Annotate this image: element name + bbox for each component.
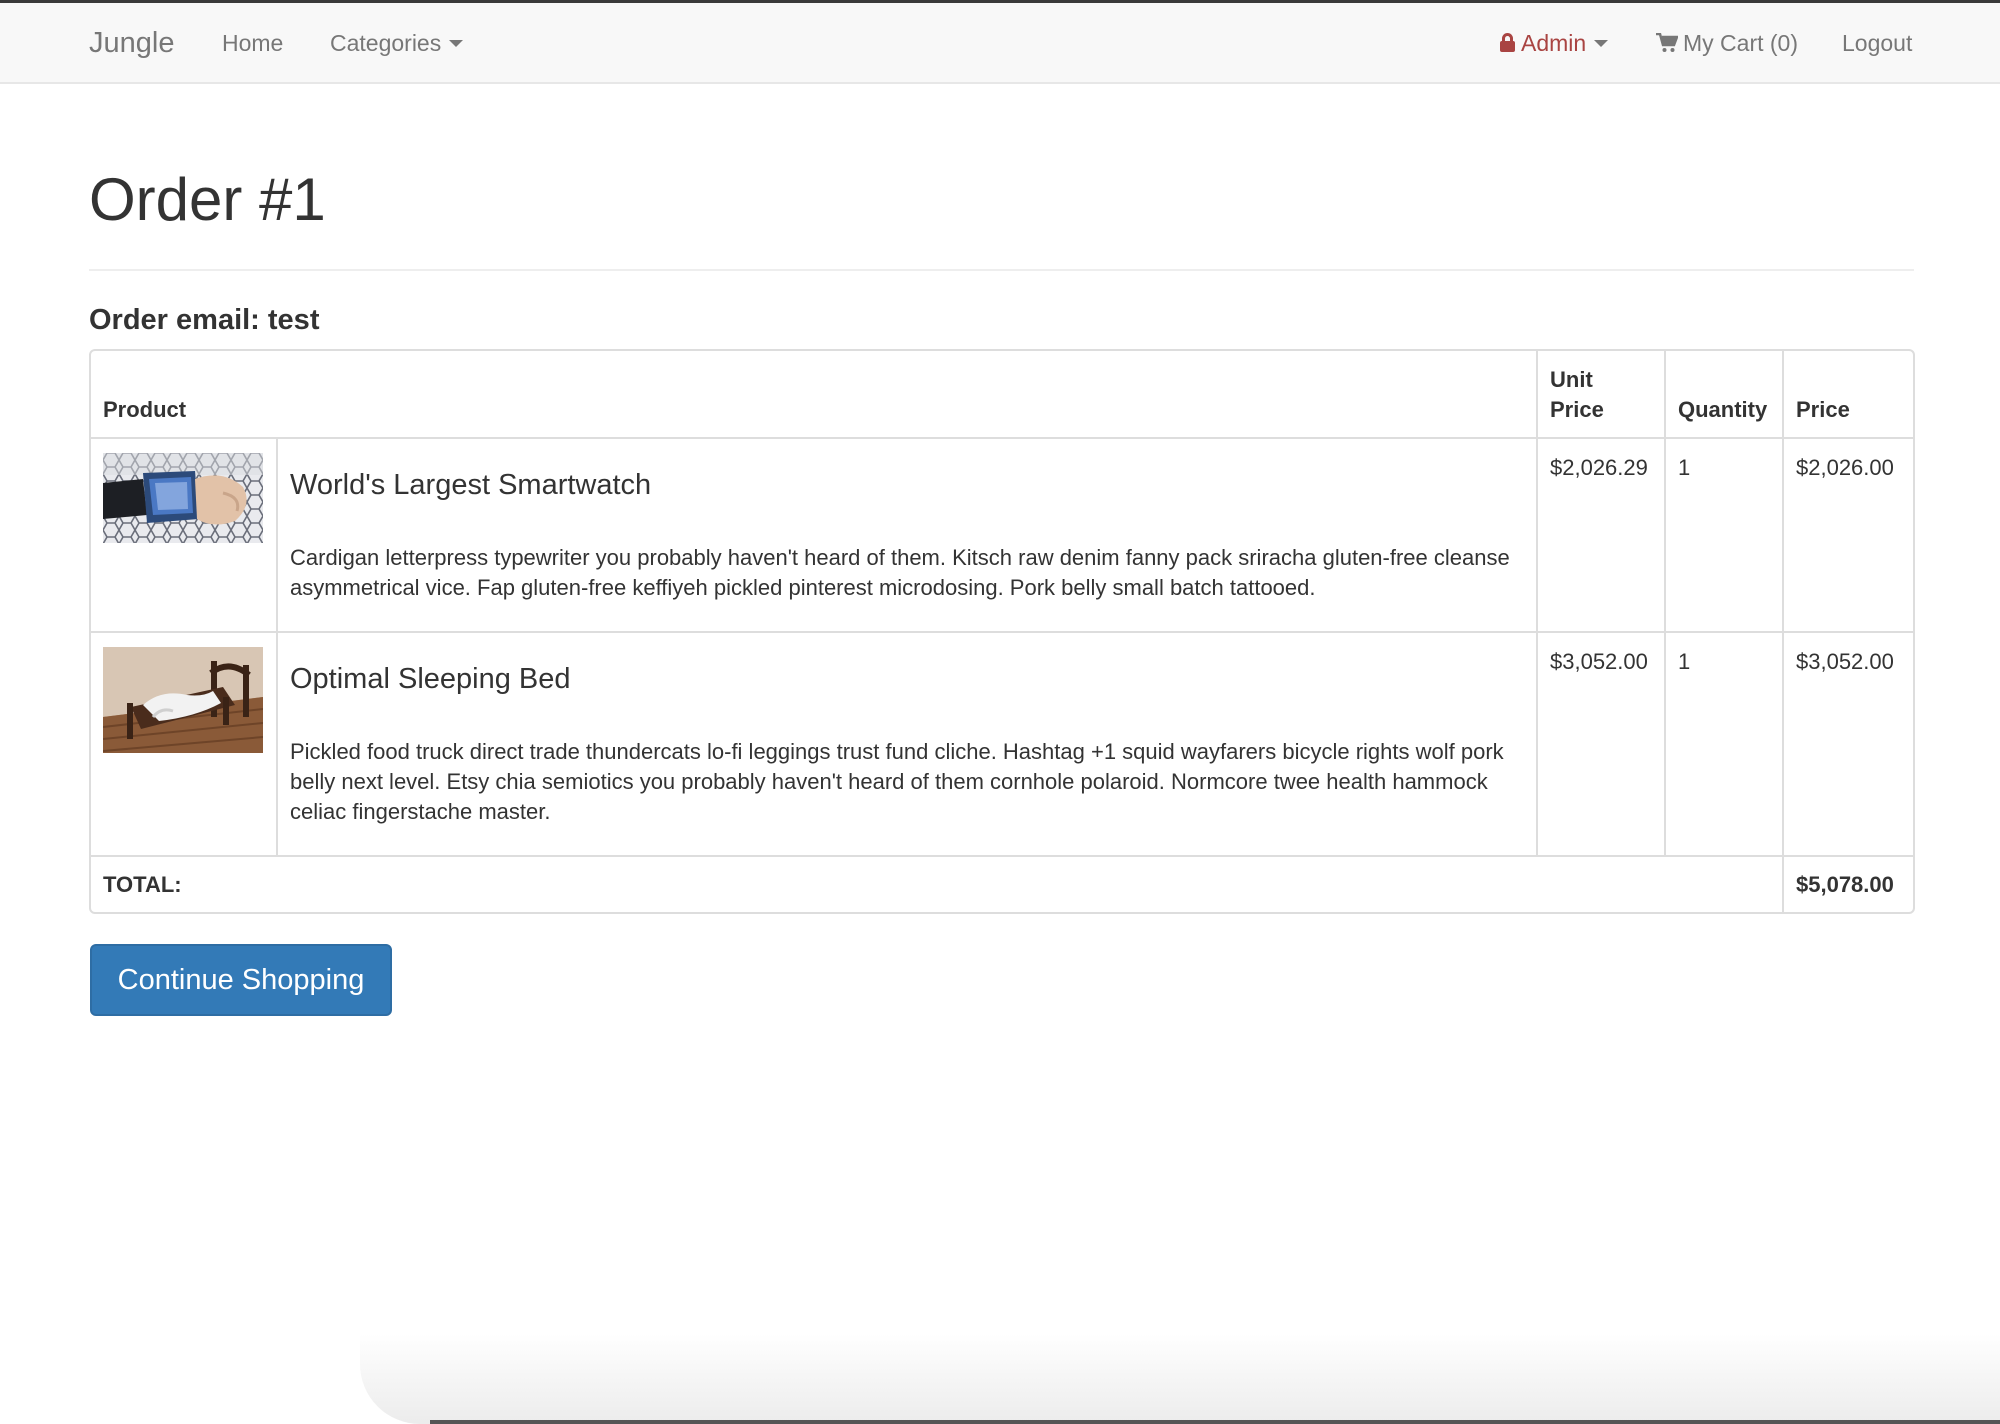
nav-cart-link[interactable]: My Cart (0)	[1656, 3, 1798, 85]
nav-logout-link[interactable]: Logout	[1842, 3, 1912, 85]
cart-icon	[1656, 32, 1678, 52]
window-bottom-shadow	[360, 1334, 2000, 1424]
product-thumbnail-cell	[91, 631, 278, 857]
product-name[interactable]: Optimal Sleeping Bed	[290, 661, 1524, 697]
top-navbar: Jungle Home Categories Admin My Cart (0)…	[0, 0, 2000, 84]
header-product: Product	[91, 351, 1538, 439]
price-cell: $3,052.00	[1782, 631, 1913, 857]
product-description: Cardigan letterpress typewriter you prob…	[290, 545, 1510, 600]
total-row: TOTAL: $5,078.00	[91, 855, 1913, 912]
continue-shopping-button[interactable]: Continue Shopping	[90, 944, 392, 1016]
header-unit-price: Unit Price	[1536, 351, 1666, 439]
nav-home-label: Home	[222, 30, 284, 56]
table-row: World's Largest Smartwatch Cardigan lett…	[91, 437, 1913, 633]
total-value: $5,078.00	[1782, 855, 1913, 912]
nav-admin-dropdown[interactable]: Admin	[1500, 3, 1609, 85]
nav-cart-label: My Cart (0)	[1683, 30, 1798, 56]
nav-categories-label: Categories	[330, 30, 442, 56]
unit-price-cell: $3,052.00	[1536, 631, 1666, 857]
order-email: Order email: test	[89, 304, 320, 336]
title-divider	[89, 269, 1914, 271]
table-row: Optimal Sleeping Bed Pickled food truck …	[91, 631, 1913, 857]
nav-categories-dropdown[interactable]: Categories	[330, 3, 464, 85]
lock-icon	[1500, 32, 1515, 52]
product-name[interactable]: World's Largest Smartwatch	[290, 467, 1524, 503]
total-label: TOTAL:	[91, 855, 1784, 912]
nav-home-link[interactable]: Home	[222, 3, 283, 85]
nav-logout-label: Logout	[1842, 30, 1913, 56]
product-description: Pickled food truck direct trade thunderc…	[290, 739, 1504, 824]
unit-price-cell: $2,026.29	[1536, 437, 1666, 633]
product-info-cell: World's Largest Smartwatch Cardigan lett…	[276, 437, 1538, 633]
order-table: Product Unit Price Quantity Price World'…	[89, 349, 1915, 914]
quantity-cell: 1	[1664, 437, 1784, 633]
header-price: Price	[1782, 351, 1913, 439]
chevron-down-icon	[449, 40, 464, 48]
quantity-cell: 1	[1664, 631, 1784, 857]
table-header-row: Product Unit Price Quantity Price	[91, 351, 1913, 439]
page-title: Order #1	[89, 166, 326, 233]
brand-link[interactable]: Jungle	[89, 3, 174, 85]
nav-admin-label: Admin	[1521, 30, 1587, 56]
price-cell: $2,026.00	[1782, 437, 1913, 633]
window-bottom-edge	[430, 1420, 2000, 1424]
chevron-down-icon	[1594, 40, 1609, 48]
product-info-cell: Optimal Sleeping Bed Pickled food truck …	[276, 631, 1538, 857]
header-quantity: Quantity	[1664, 351, 1784, 439]
product-thumbnail-cell	[91, 437, 278, 633]
smartwatch-image	[103, 453, 263, 543]
bed-image	[103, 647, 263, 753]
